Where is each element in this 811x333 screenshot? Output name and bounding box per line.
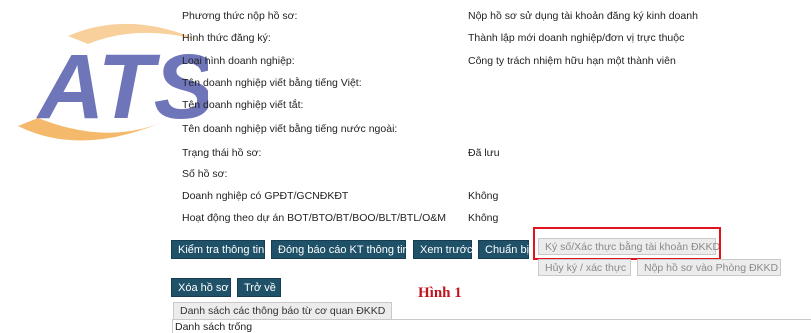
- info-row: Số hồ sơ:: [182, 163, 782, 185]
- row-value: Không: [468, 190, 499, 202]
- check-info-button[interactable]: Kiểm tra thông tin: [171, 240, 265, 259]
- back-button[interactable]: Trở về: [237, 278, 281, 297]
- empty-list-text: Danh sách trống: [175, 321, 253, 333]
- info-row: Doanh nghiệp có GPĐT/GCNĐKĐT Không: [182, 185, 782, 207]
- info-row: Hoạt động theo dự án BOT/BTO/BT/BOO/BLT/…: [182, 207, 782, 229]
- tab-notifications[interactable]: Danh sách các thông báo từ cơ quan ĐKKD: [173, 302, 393, 319]
- preview-button[interactable]: Xem trước: [413, 240, 472, 259]
- row-value: Nộp hồ sơ sử dụng tài khoản đăng ký kinh…: [468, 10, 698, 22]
- report-button[interactable]: Đóng báo cáo KT thông tin: [271, 240, 409, 259]
- row-label: Doanh nghiệp có GPĐT/GCNĐKĐT: [182, 190, 349, 202]
- info-row: Hình thức đăng ký: Thành lập mới doanh n…: [182, 27, 782, 49]
- row-label: Trạng thái hồ sơ:: [182, 147, 262, 159]
- info-row: Loại hình doanh nghiệp: Công ty trách nh…: [182, 50, 782, 72]
- submit-dossier-button[interactable]: Nộp hồ sơ vào Phòng ĐKKD: [637, 259, 781, 276]
- row-value: Thành lập mới doanh nghiệp/đơn vị trực t…: [468, 32, 685, 44]
- divider: [172, 319, 173, 333]
- cancel-sign-button[interactable]: Hủy ký / xác thực: [538, 259, 631, 276]
- row-label: Tên doanh nghiệp viết bằng tiếng nước ng…: [182, 123, 398, 135]
- row-label: Tên doanh nghiệp viết bằng tiếng Việt:: [182, 77, 362, 89]
- notification-tab-bar: Danh sách các thông báo từ cơ quan ĐKKD: [173, 302, 811, 320]
- prepare-button[interactable]: Chuẩn bị: [478, 240, 529, 259]
- sign-with-account-button[interactable]: Ký số/Xác thực bằng tài khoản ĐKKD: [538, 238, 720, 255]
- delete-dossier-button[interactable]: Xóa hồ sơ: [171, 278, 231, 297]
- row-label: Loại hình doanh nghiệp:: [182, 55, 295, 67]
- row-label: Phương thức nộp hồ sơ:: [182, 10, 298, 22]
- figure-label: Hình 1: [418, 285, 462, 301]
- info-row: Tên doanh nghiệp viết bằng tiếng Việt:: [182, 72, 782, 94]
- row-label: Số hồ sơ:: [182, 168, 228, 180]
- row-value: Đã lưu: [468, 147, 500, 159]
- row-label: Tên doanh nghiệp viết tắt:: [182, 99, 304, 111]
- info-row: Trạng thái hồ sơ: Đã lưu: [182, 142, 782, 164]
- info-row: Tên doanh nghiệp viết tắt:: [182, 94, 782, 116]
- ats-logo: ATS: [18, 23, 208, 141]
- info-row: Phương thức nộp hồ sơ: Nộp hồ sơ sử dụng…: [182, 5, 782, 27]
- info-row: Tên doanh nghiệp viết bằng tiếng nước ng…: [182, 118, 782, 140]
- row-value: Công ty trách nhiệm hữu hạn một thành vi…: [468, 55, 676, 67]
- row-label: Hoạt động theo dự án BOT/BTO/BT/BOO/BLT/…: [182, 212, 446, 224]
- row-value: Không: [468, 212, 499, 224]
- row-label: Hình thức đăng ký:: [182, 32, 271, 44]
